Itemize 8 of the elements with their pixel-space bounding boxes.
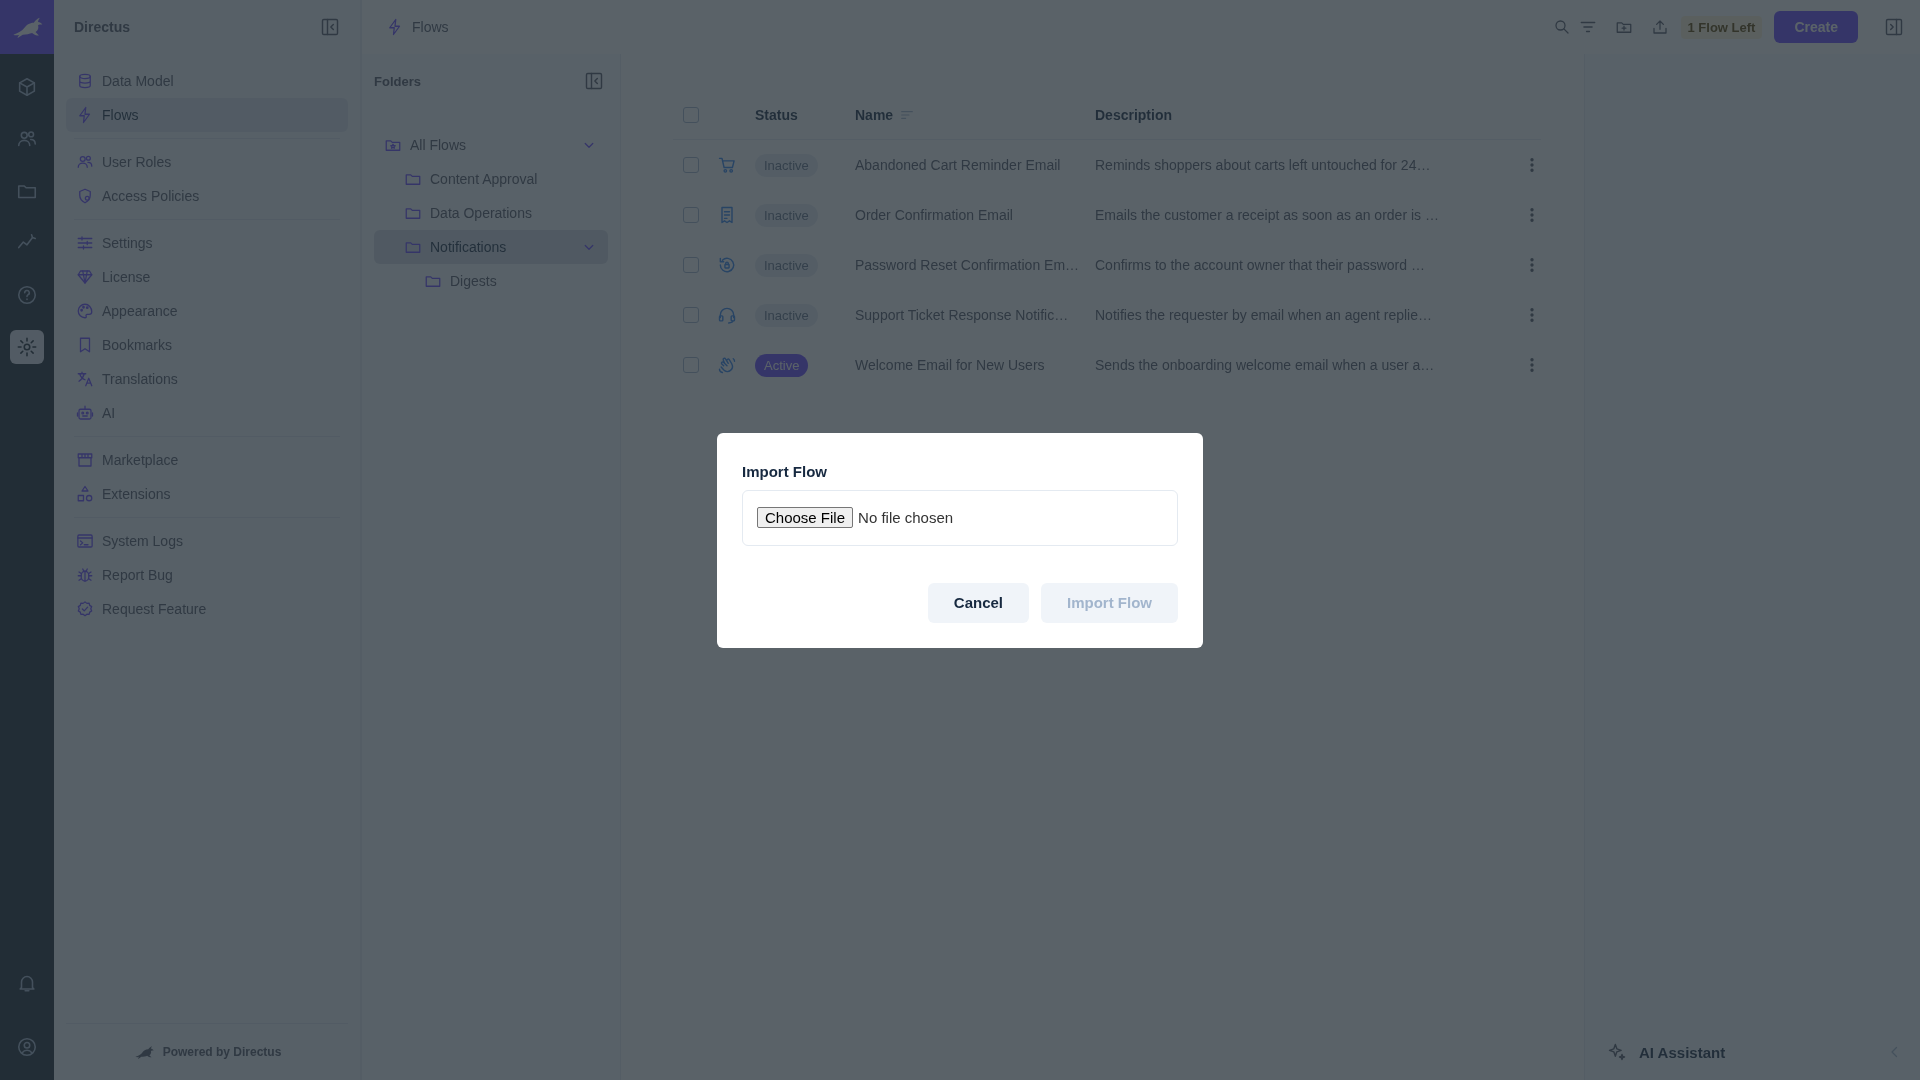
choose-file-button[interactable]: Choose File	[757, 507, 854, 528]
column-header[interactable]: Name	[855, 107, 894, 123]
column-header[interactable]: Status	[755, 107, 798, 123]
file-input[interactable]: Choose File No file chosen	[742, 489, 1178, 546]
cancel-button[interactable]: Cancel	[927, 582, 1029, 623]
file-status-text: No file chosen	[858, 509, 954, 526]
column-header[interactable]: Description	[1095, 107, 1172, 123]
dialog-title: Import Flow	[742, 462, 828, 480]
